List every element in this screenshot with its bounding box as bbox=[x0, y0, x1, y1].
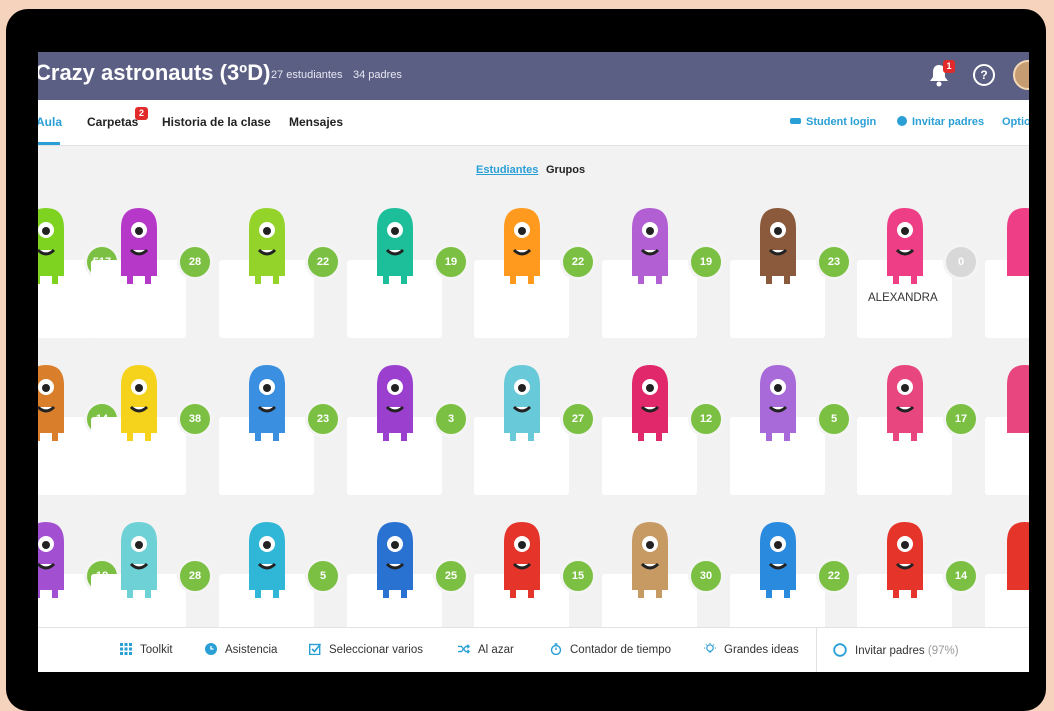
tab-bar: Aula Carpetas 2 Historia de la clase Men… bbox=[38, 100, 1029, 146]
top-bar: Crazy astronauts (3ºD) 27 estudiantes 34… bbox=[38, 52, 1029, 100]
monster-avatar-icon bbox=[38, 522, 64, 598]
monster-avatar-icon bbox=[249, 365, 285, 441]
points-badge: 23 bbox=[816, 244, 852, 280]
monster-avatar-icon bbox=[1007, 522, 1029, 590]
points-badge: 28 bbox=[177, 558, 213, 594]
points-badge: 30 bbox=[688, 558, 724, 594]
points-badge: 27 bbox=[560, 401, 596, 437]
monster-avatar-icon bbox=[632, 365, 668, 441]
monster-avatar-icon bbox=[377, 365, 413, 441]
toolkit-button[interactable]: Toolkit bbox=[120, 643, 173, 656]
attendance-label: Asistencia bbox=[225, 644, 278, 656]
monster-avatar-icon bbox=[249, 208, 285, 284]
student-login-icon bbox=[790, 118, 801, 124]
monster-avatar-icon bbox=[38, 208, 64, 284]
monster-avatar-icon bbox=[121, 208, 157, 284]
points-badge: 22 bbox=[560, 244, 596, 280]
student-name: ALEXANDRA bbox=[868, 292, 938, 304]
monster-avatar-icon bbox=[504, 365, 540, 441]
active-tab-indicator bbox=[38, 142, 60, 145]
help-icon[interactable]: ? bbox=[973, 64, 995, 86]
checkbox-icon bbox=[309, 643, 321, 655]
random-label: Al azar bbox=[478, 644, 514, 656]
monster-avatar-icon bbox=[121, 365, 157, 441]
monster-avatar-icon bbox=[1007, 365, 1029, 433]
monster-avatar-icon bbox=[632, 522, 668, 598]
monster-avatar-icon bbox=[1007, 208, 1029, 276]
points-badge: 38 bbox=[177, 401, 213, 437]
monster-avatar-icon bbox=[887, 522, 923, 598]
class-title[interactable]: Crazy astronauts (3ºD) bbox=[38, 60, 270, 86]
monster-avatar-icon bbox=[760, 365, 796, 441]
monster-avatar-icon bbox=[887, 208, 923, 284]
monster-avatar-icon bbox=[249, 522, 285, 598]
students-count[interactable]: 27 estudiantes bbox=[271, 69, 343, 81]
invite-parents-percent: (97%) bbox=[927, 645, 959, 657]
monster-avatar-icon bbox=[504, 522, 540, 598]
points-badge: 17 bbox=[943, 401, 979, 437]
monster-avatar-icon bbox=[504, 208, 540, 284]
monster-avatar-icon bbox=[632, 208, 668, 284]
timer-button[interactable]: Contador de tiempo bbox=[550, 643, 671, 656]
grid-icon bbox=[120, 643, 132, 655]
points-badge: 23 bbox=[305, 401, 341, 437]
clock-icon bbox=[205, 643, 217, 655]
select-multiple-button[interactable]: Seleccionar varios bbox=[309, 643, 423, 656]
invite-parents-toolbar-label: Invitar padres bbox=[855, 645, 925, 657]
lightbulb-icon bbox=[704, 643, 716, 653]
points-badge: 14 bbox=[943, 558, 979, 594]
points-badge: 15 bbox=[560, 558, 596, 594]
monster-avatar-icon bbox=[760, 208, 796, 284]
stopwatch-icon bbox=[550, 643, 562, 655]
points-badge: 22 bbox=[816, 558, 852, 594]
points-badge: 22 bbox=[305, 244, 341, 280]
invite-parents-label: Invitar padres bbox=[912, 116, 985, 128]
toolkit-label: Toolkit bbox=[140, 644, 173, 656]
toggle-groups[interactable]: Grupos bbox=[546, 164, 585, 176]
tab-historia[interactable]: Historia de la clase bbox=[162, 115, 271, 129]
big-ideas-label: Grandes ideas bbox=[724, 644, 799, 656]
random-button[interactable]: Al azar bbox=[458, 643, 514, 656]
progress-ring-icon bbox=[833, 643, 847, 657]
shuffle-icon bbox=[458, 644, 470, 654]
avatar[interactable] bbox=[1013, 60, 1029, 90]
monster-avatar-icon bbox=[377, 522, 413, 598]
points-badge: 5 bbox=[816, 401, 852, 437]
tab-carpetas[interactable]: Carpetas bbox=[87, 115, 138, 129]
invite-parents-progress[interactable]: Invitar padres (97%) bbox=[833, 643, 959, 657]
toggle-students[interactable]: Estudiantes bbox=[476, 164, 538, 176]
monster-avatar-icon bbox=[377, 208, 413, 284]
monster-avatar-icon bbox=[38, 365, 64, 441]
select-multiple-label: Seleccionar varios bbox=[329, 644, 423, 656]
parents-count[interactable]: 34 padres bbox=[353, 69, 402, 81]
app-screen: Crazy astronauts (3ºD) 27 estudiantes 34… bbox=[38, 52, 1029, 672]
student-login-label: Student login bbox=[806, 116, 877, 128]
points-badge: 28 bbox=[177, 244, 213, 280]
student-login-link[interactable]: Student login bbox=[790, 116, 876, 128]
attendance-button[interactable]: Asistencia bbox=[205, 643, 277, 656]
points-badge: 5 bbox=[305, 558, 341, 594]
invite-parents-link[interactable]: Invitar padres bbox=[897, 116, 984, 128]
timer-label: Contador de tiempo bbox=[570, 644, 672, 656]
options-link[interactable]: Optio bbox=[1002, 116, 1029, 128]
tab-aula[interactable]: Aula bbox=[38, 115, 62, 129]
points-badge: 12 bbox=[688, 401, 724, 437]
plus-circle-icon bbox=[897, 116, 907, 126]
points-badge: 3 bbox=[433, 401, 469, 437]
notification-badge: 1 bbox=[943, 60, 955, 73]
points-badge: 19 bbox=[688, 244, 724, 280]
big-ideas-button[interactable]: Grandes ideas bbox=[704, 643, 799, 656]
bottom-toolbar: Toolkit Asistencia Seleccionar varios Al… bbox=[38, 627, 1029, 672]
toolbar-divider bbox=[816, 628, 817, 672]
monster-avatar-icon bbox=[121, 522, 157, 598]
points-badge: 25 bbox=[433, 558, 469, 594]
points-badge: 0 bbox=[943, 244, 979, 280]
tab-mensajes[interactable]: Mensajes bbox=[289, 115, 343, 129]
points-badge: 19 bbox=[433, 244, 469, 280]
monster-avatar-icon bbox=[760, 522, 796, 598]
monster-avatar-icon bbox=[887, 365, 923, 441]
carpetas-badge: 2 bbox=[135, 107, 148, 120]
